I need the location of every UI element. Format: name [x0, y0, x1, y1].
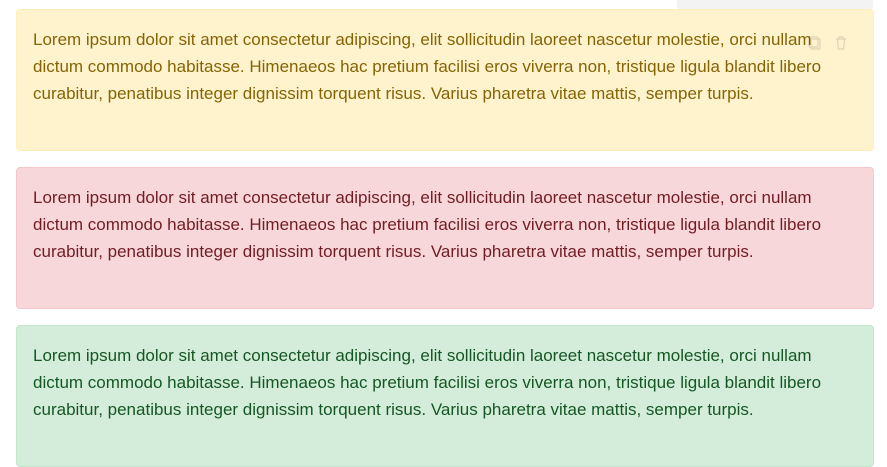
- warning-alert: Lorem ipsum dolor sit amet consectetur a…: [16, 9, 874, 151]
- trash-icon[interactable]: [833, 35, 849, 51]
- toolbar-background: [677, 0, 873, 9]
- danger-alert: Lorem ipsum dolor sit amet consectetur a…: [16, 167, 874, 309]
- success-alert: Lorem ipsum dolor sit amet consectetur a…: [16, 325, 874, 467]
- warning-alert-text: Lorem ipsum dolor sit amet consectetur a…: [33, 30, 822, 103]
- danger-alert-text: Lorem ipsum dolor sit amet consectetur a…: [33, 188, 822, 261]
- copy-icon[interactable]: [807, 35, 823, 51]
- alert-actions: [807, 35, 849, 51]
- success-alert-text: Lorem ipsum dolor sit amet consectetur a…: [33, 346, 822, 419]
